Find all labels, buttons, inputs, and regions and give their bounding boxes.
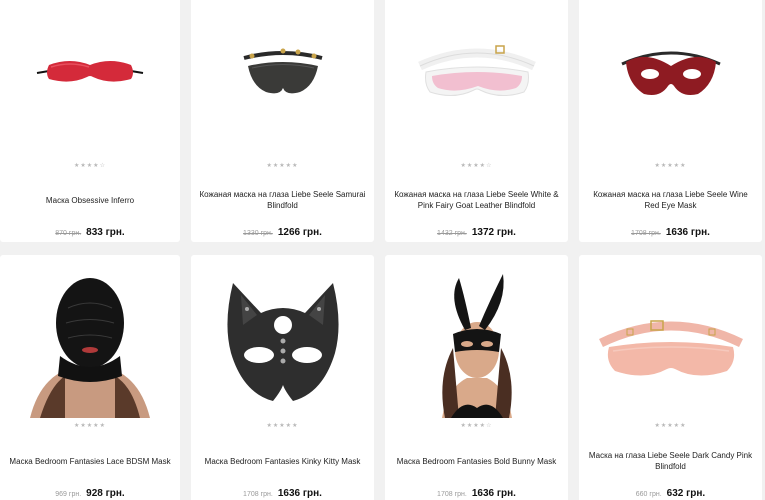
old-price: 870 грн.: [55, 230, 82, 237]
current-price: 833 грн.: [86, 227, 125, 238]
product-image-red-blindfold[interactable]: [0, 0, 180, 146]
product-image-bunny-mask-photo[interactable]: [385, 265, 568, 420]
product-card[interactable]: ★★★★☆ Маска Bedroom Fantasies Bold Bunny…: [385, 255, 568, 500]
product-title[interactable]: Маска Bedroom Fantasies Kinky Kitty Mask: [199, 456, 366, 467]
price-row: 870 грн. 833 грн.: [0, 222, 180, 240]
product-image-candy-pink-blindfold[interactable]: [579, 265, 762, 420]
product-title[interactable]: Кожаная маска на глаза Liebe Seele Wine …: [587, 189, 754, 211]
product-card[interactable]: ★★★★★ Кожаная маска на глаза Liebe Seele…: [579, 0, 762, 242]
product-card[interactable]: ★★★★★ Маска Bedroom Fantasies Lace BDSM …: [0, 255, 180, 500]
price-row: 969 грн. 928 грн.: [0, 483, 180, 500]
old-price: 969 грн.: [55, 491, 82, 498]
product-image-kitty-mask[interactable]: [191, 265, 374, 420]
product-title[interactable]: Кожаная маска на глаза Liebe Seele White…: [393, 189, 560, 211]
product-image-lace-hood-photo[interactable]: [0, 265, 180, 420]
price-row: 660 грн. 632 грн.: [579, 483, 762, 500]
price-row: 1708 грн. 1636 грн.: [579, 222, 762, 240]
price-row: 1432 грн. 1372 грн.: [385, 222, 568, 240]
current-price: 632 грн.: [666, 488, 706, 499]
rating-stars: ★★★★★: [74, 423, 106, 429]
rating-stars: ★★★★★: [266, 423, 299, 429]
current-price: 1372 грн.: [471, 227, 516, 238]
current-price: 1266 грн.: [277, 227, 322, 238]
rating-stars: ★★★★☆: [460, 423, 493, 429]
product-image-pink-white-blindfold[interactable]: [385, 0, 568, 146]
product-title[interactable]: Маска на глаза Liebe Seele Dark Candy Pi…: [587, 450, 754, 472]
old-price: 1708 грн.: [437, 491, 467, 498]
rating-stars: ★★★★★: [654, 163, 687, 169]
old-price: 1708 грн.: [631, 230, 661, 237]
product-title[interactable]: Маска Obsessive Inferro: [8, 195, 172, 206]
product-title[interactable]: Маска Bedroom Fantasies Lace BDSM Mask: [8, 456, 172, 467]
product-image-black-blindfold[interactable]: [191, 0, 374, 146]
rating-stars: ★★★★☆: [74, 163, 106, 169]
product-card[interactable]: ★★★★☆ Кожаная маска на глаза Liebe Seele…: [385, 0, 568, 242]
price-row: 1330 грн. 1266 грн.: [191, 222, 374, 240]
product-card[interactable]: ★★★★★ Маска на глаза Liebe Seele Dark Ca…: [579, 255, 762, 500]
current-price: 1636 грн.: [277, 488, 322, 499]
old-price: 1330 грн.: [243, 230, 273, 237]
current-price: 1636 грн.: [471, 488, 516, 499]
price-row: 1708 грн. 1636 грн.: [191, 483, 374, 500]
product-image-wine-red-mask[interactable]: [579, 0, 762, 146]
product-card[interactable]: ★★★★★ Кожаная маска на глаза Liebe Seele…: [191, 0, 374, 242]
current-price: 1636 грн.: [665, 227, 710, 238]
product-title[interactable]: Маска Bedroom Fantasies Bold Bunny Mask: [393, 456, 560, 467]
current-price: 928 грн.: [86, 488, 125, 499]
product-card[interactable]: ★★★★☆ Маска Obsessive Inferro 870 грн. 83…: [0, 0, 180, 242]
old-price: 660 грн.: [635, 491, 662, 498]
price-row: 1708 грн. 1636 грн.: [385, 483, 568, 500]
old-price: 1708 грн.: [243, 491, 273, 498]
product-title[interactable]: Кожаная маска на глаза Liebe Seele Samur…: [199, 189, 366, 211]
product-card[interactable]: ★★★★★ Маска Bedroom Fantasies Kinky Kitt…: [191, 255, 374, 500]
rating-stars: ★★★★★: [654, 423, 687, 429]
rating-stars: ★★★★☆: [460, 163, 493, 169]
rating-stars: ★★★★★: [266, 163, 299, 169]
old-price: 1432 грн.: [437, 230, 467, 237]
